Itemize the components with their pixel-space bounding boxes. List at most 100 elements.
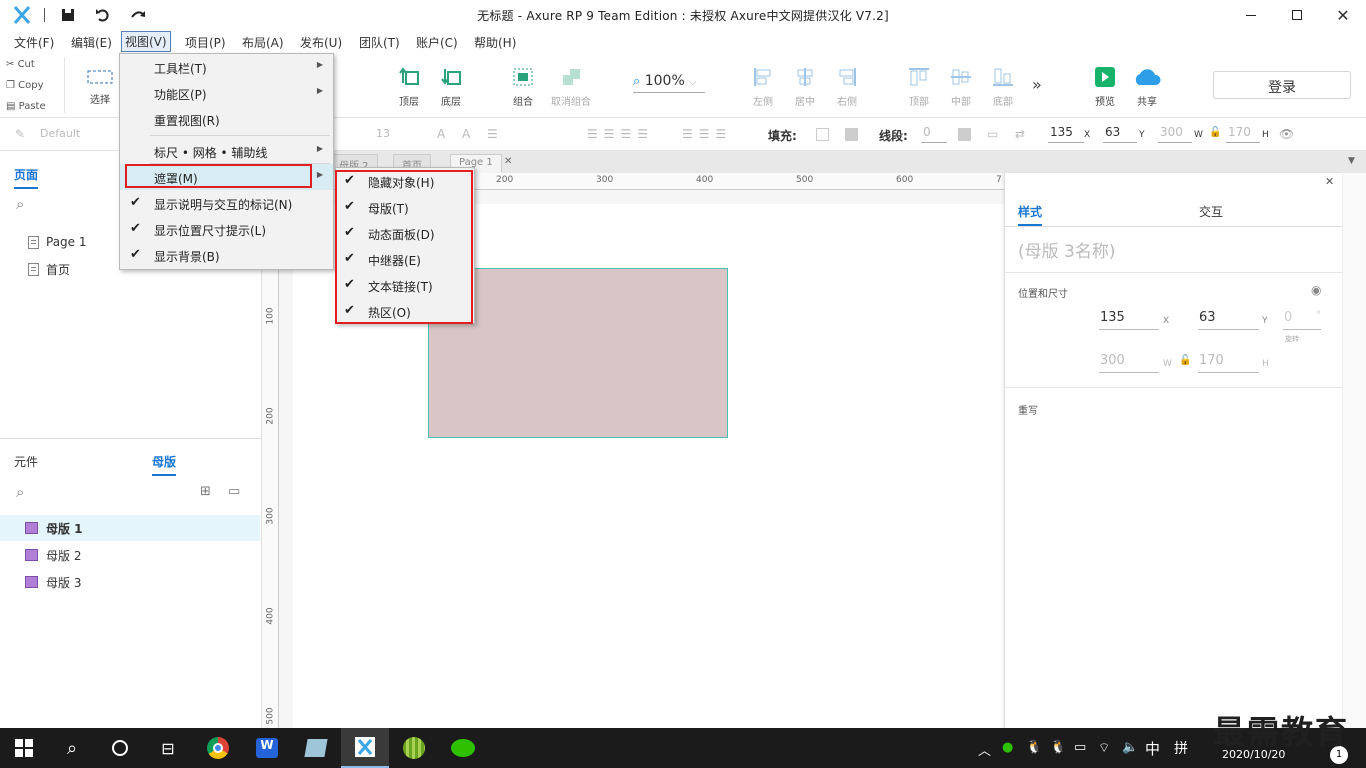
wps-icon[interactable]: W xyxy=(243,728,291,768)
menu-item-show-background[interactable]: ✔ 显示背景(B) xyxy=(120,242,333,268)
taskbar-search-icon[interactable]: ⌕ xyxy=(48,728,96,768)
font-size-select[interactable]: 13 xyxy=(376,127,390,140)
text-effect-icon[interactable]: A xyxy=(462,127,470,141)
width-input[interactable]: 300 xyxy=(1099,353,1159,373)
tray-wechat-icon[interactable]: ● xyxy=(1002,740,1013,755)
tray-volume-icon[interactable]: 🔈 xyxy=(1122,740,1138,755)
menu-item-show-position[interactable]: ✔ 显示位置尺寸提示(L) xyxy=(120,216,333,242)
element-name-input[interactable]: (母版 3名称) xyxy=(1018,237,1115,262)
menu-item-show-notes[interactable]: ✔ 显示说明与交互的标记(N) xyxy=(120,190,333,216)
vertical-align-icons[interactable]: ☰☰☰ xyxy=(682,127,732,141)
wechat-icon[interactable] xyxy=(439,728,487,768)
cut-button[interactable]: ✂ Cut xyxy=(6,59,35,70)
close-window-button[interactable]: ✕ xyxy=(1320,0,1366,30)
zoom-select[interactable]: ⌕ 100% ⌵ xyxy=(633,73,705,93)
visibility-eye-icon[interactable]: ◉ xyxy=(1311,283,1321,297)
master-search-icon[interactable]: ⌕ xyxy=(16,483,24,501)
visibility-icon[interactable]: 👁 xyxy=(1279,127,1294,141)
stroke-width-input[interactable]: 0 xyxy=(921,125,947,143)
master-item[interactable]: 母版 3 xyxy=(0,569,260,595)
add-folder-icon[interactable]: ▭ xyxy=(228,484,240,499)
menu-item-ruler-grid[interactable]: 标尺 • 网格 • 辅助线 ▶ xyxy=(120,138,333,164)
right-scroll-area[interactable] xyxy=(1342,173,1366,728)
height-input[interactable]: 170 xyxy=(1198,353,1259,373)
tray-wifi-icon[interactable]: ⌔ xyxy=(1098,740,1110,756)
align-top-button[interactable]: 顶部 xyxy=(897,67,941,108)
menu-view[interactable]: 视图(V) xyxy=(121,31,171,52)
close-panel-icon[interactable]: ✕ xyxy=(1325,175,1334,188)
menu-team[interactable]: 团队(T) xyxy=(356,33,403,52)
menu-account[interactable]: 账户(C) xyxy=(413,33,461,52)
style-select[interactable]: Default xyxy=(40,127,80,140)
tabs-overflow-icon[interactable]: ▼ xyxy=(1348,156,1355,166)
add-master-icon[interactable]: ⊞ xyxy=(200,484,211,499)
menu-item-ribbon[interactable]: 功能区(P) ▶ xyxy=(120,80,333,106)
h-input[interactable]: 170 xyxy=(1226,125,1260,143)
preview-button[interactable]: 预览 xyxy=(1083,67,1127,108)
tray-qq2-icon[interactable]: 🐧 xyxy=(1050,740,1066,755)
menu-layout[interactable]: 布局(A) xyxy=(239,33,287,52)
text-align-icons[interactable]: ☰☰☰☰ xyxy=(587,127,654,141)
menu-item-reset-view[interactable]: 重置视图(R) xyxy=(120,106,333,132)
menu-project[interactable]: 项目(P) xyxy=(182,33,229,52)
tray-expand-icon[interactable]: ︿ xyxy=(978,740,991,759)
bullet-list-icon[interactable]: ☰ xyxy=(487,127,498,141)
minimize-button[interactable] xyxy=(1228,0,1274,30)
login-button[interactable]: 登录 xyxy=(1213,71,1351,99)
chrome-icon[interactable] xyxy=(194,728,242,768)
page-item[interactable]: 首页 xyxy=(28,261,70,278)
stroke-color-swatch[interactable] xyxy=(958,128,971,141)
tray-battery-icon[interactable]: ▭ xyxy=(1074,740,1086,755)
align-center-button[interactable]: 居中 xyxy=(783,67,827,108)
cortana-icon[interactable] xyxy=(96,728,144,768)
bamboo-app-icon[interactable] xyxy=(390,728,438,768)
aspect-lock-icon[interactable]: 🔓 xyxy=(1179,355,1191,366)
rotation-input[interactable]: 0 ° xyxy=(1283,310,1321,330)
pos-x-input[interactable]: 135 xyxy=(1099,310,1159,330)
notes-app-icon[interactable] xyxy=(292,728,340,768)
stroke-pattern-icon[interactable]: ▭ xyxy=(987,127,998,141)
align-left-button[interactable]: 左侧 xyxy=(741,67,785,108)
y-input[interactable]: 63 xyxy=(1103,125,1137,143)
page-item[interactable]: Page 1 xyxy=(28,235,87,249)
ime-indicator[interactable]: 中 xyxy=(1145,738,1160,759)
axure-taskbar-icon[interactable] xyxy=(341,728,389,768)
share-button[interactable]: 共享 xyxy=(1125,67,1169,108)
x-input[interactable]: 135 xyxy=(1048,125,1084,143)
restore-button[interactable] xyxy=(1274,0,1320,30)
menu-file[interactable]: 文件(F) xyxy=(11,33,57,52)
tab-style[interactable]: 样式 xyxy=(1018,203,1043,226)
tab-components[interactable]: 元件 xyxy=(14,453,38,470)
master-item[interactable]: 母版 2 xyxy=(0,542,260,568)
align-bottom-button[interactable]: 底部 xyxy=(981,67,1025,108)
fill-color-swatch[interactable] xyxy=(816,128,829,141)
ime-mode-indicator[interactable]: 拼 xyxy=(1174,738,1188,758)
group-button[interactable]: 组合 xyxy=(501,67,545,108)
arrow-style-icon[interactable]: ⇄ xyxy=(1015,127,1025,141)
close-tab-icon[interactable]: ✕ xyxy=(504,156,512,167)
send-to-back-button[interactable]: 底层 xyxy=(429,67,473,108)
task-view-icon[interactable]: ⊟ xyxy=(144,728,192,768)
search-icon[interactable]: ⌕ xyxy=(16,195,24,213)
tab-masters[interactable]: 母版 xyxy=(152,453,177,476)
align-middle-button[interactable]: 中部 xyxy=(939,67,983,108)
lock-icon[interactable]: 🔓 xyxy=(1209,127,1221,138)
menu-edit[interactable]: 编辑(E) xyxy=(68,33,115,52)
bring-to-front-button[interactable]: 顶层 xyxy=(387,67,431,108)
master-item[interactable]: 母版 1 xyxy=(0,515,260,541)
pos-y-input[interactable]: 63 xyxy=(1198,310,1259,330)
start-button[interactable] xyxy=(0,728,48,768)
select-mode-button[interactable]: 选择 xyxy=(78,67,122,106)
tab-pages[interactable]: 页面 xyxy=(14,166,39,189)
more-tools-icon[interactable]: » xyxy=(1032,75,1042,94)
font-color-icon[interactable]: A xyxy=(437,127,445,141)
copy-button[interactable]: ❐ Copy xyxy=(6,80,44,91)
menu-publish[interactable]: 发布(U) xyxy=(297,33,345,52)
align-right-button[interactable]: 右侧 xyxy=(825,67,869,108)
paste-button[interactable]: ▤ Paste xyxy=(6,101,46,112)
menu-item-toolbar[interactable]: 工具栏(T) ▶ xyxy=(120,54,333,80)
w-input[interactable]: 300 xyxy=(1158,125,1192,143)
tray-qq-icon[interactable]: 🐧 xyxy=(1026,740,1042,755)
menu-help[interactable]: 帮助(H) xyxy=(471,33,519,52)
tab-interaction[interactable]: 交互 xyxy=(1199,203,1223,220)
